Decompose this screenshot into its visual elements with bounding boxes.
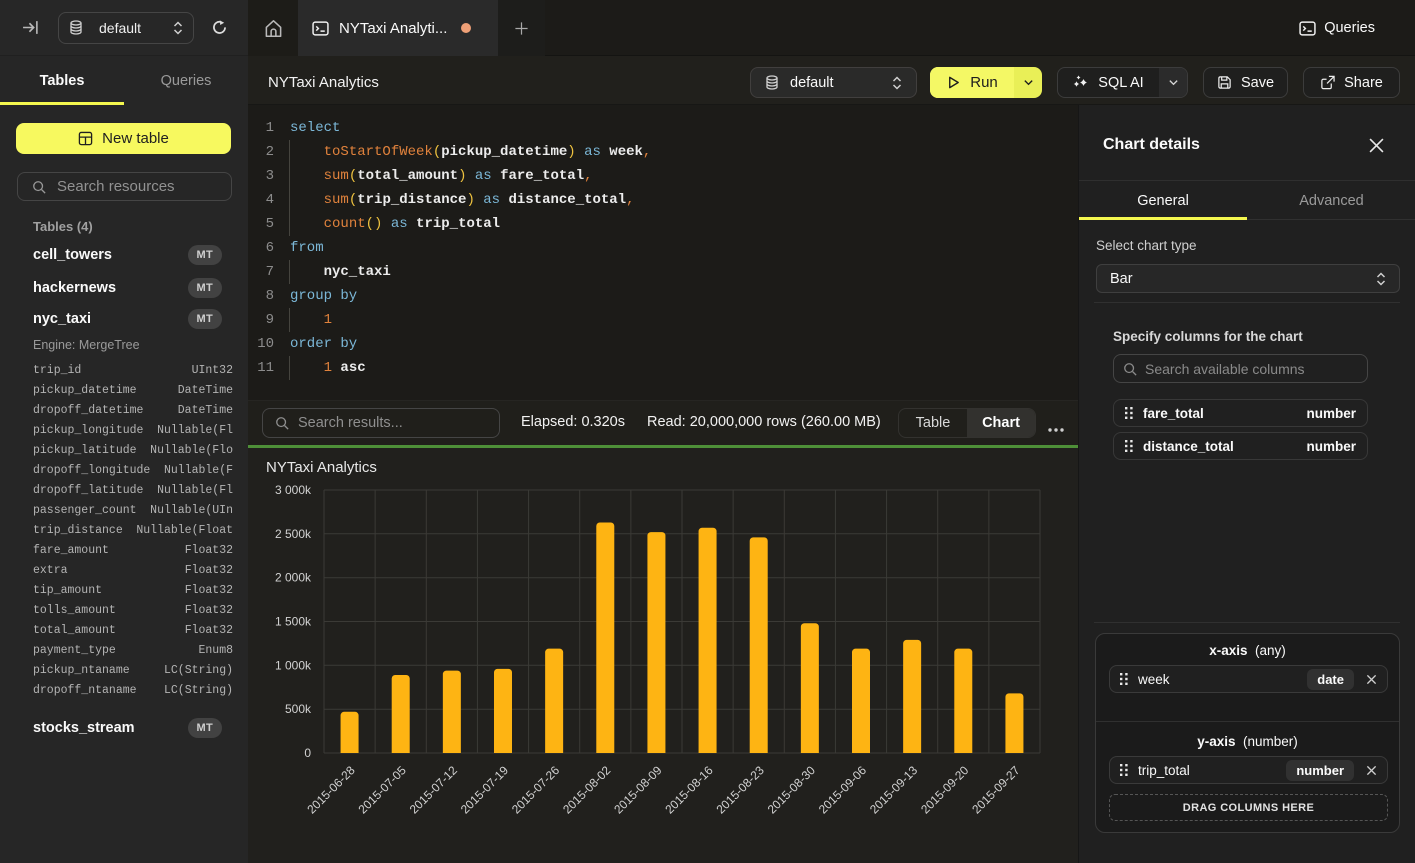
svg-text:2 500k: 2 500k [275, 527, 312, 541]
svg-text:2015-09-27: 2015-09-27 [969, 763, 1023, 817]
svg-text:2015-09-20: 2015-09-20 [918, 763, 972, 817]
svg-text:2015-06-28: 2015-06-28 [304, 763, 358, 817]
svg-text:0: 0 [304, 746, 311, 760]
svg-text:2015-08-23: 2015-08-23 [714, 763, 768, 817]
svg-text:1 500k: 1 500k [275, 615, 312, 629]
svg-text:2015-07-05: 2015-07-05 [356, 763, 410, 817]
svg-text:2015-07-12: 2015-07-12 [407, 763, 461, 817]
svg-text:500k: 500k [285, 702, 312, 716]
svg-text:3 000k: 3 000k [275, 483, 312, 497]
svg-text:2 000k: 2 000k [275, 571, 312, 585]
svg-text:2015-07-19: 2015-07-19 [458, 763, 512, 817]
svg-text:2015-08-16: 2015-08-16 [662, 763, 716, 817]
svg-text:1 000k: 1 000k [275, 658, 312, 672]
svg-text:2015-07-26: 2015-07-26 [509, 763, 563, 817]
svg-text:2015-09-06: 2015-09-06 [816, 763, 870, 817]
svg-text:2015-09-13: 2015-09-13 [867, 763, 921, 817]
svg-text:2015-08-02: 2015-08-02 [560, 763, 614, 817]
svg-text:2015-08-30: 2015-08-30 [765, 763, 819, 817]
svg-text:2015-08-09: 2015-08-09 [611, 763, 665, 817]
